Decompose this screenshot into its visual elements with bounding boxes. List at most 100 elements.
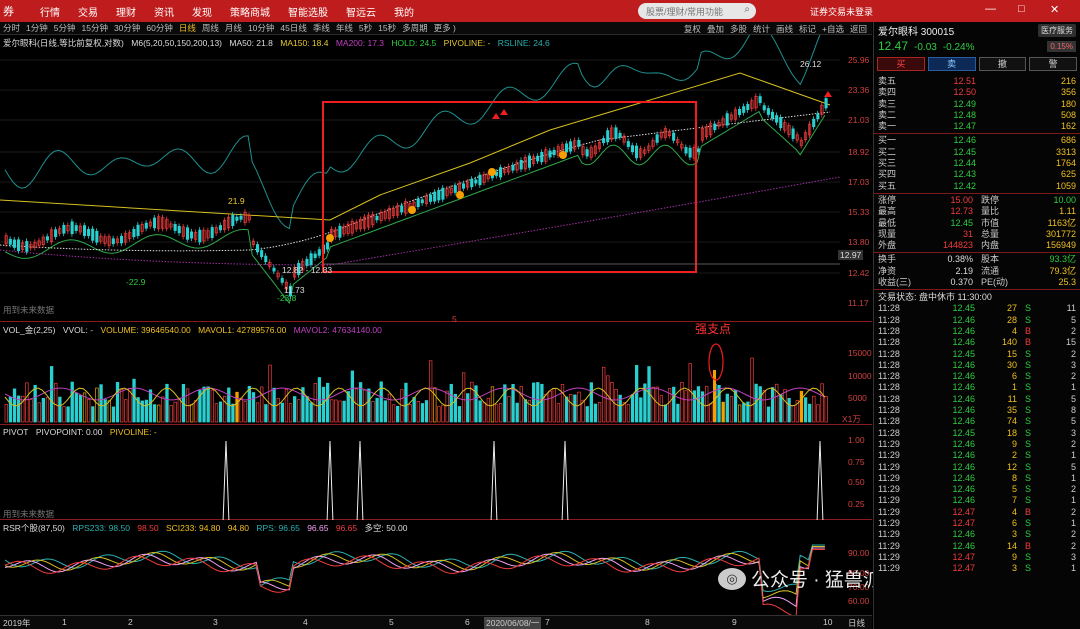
tab-period[interactable]: 15分钟 [78,23,110,33]
tab-period[interactable]: 10分钟 [245,23,277,33]
axis-tick: 17.03 [848,177,870,187]
order-row[interactable]: 卖一 12.47 162 [874,121,1080,132]
tool-button[interactable]: +自选 [819,24,847,34]
order-row[interactable]: 买一 12.46 686 [874,135,1080,146]
tick-count: 5 [1070,393,1076,404]
tab-period[interactable]: 5秒 [356,23,375,33]
alert-button[interactable]: 警 [1029,57,1077,71]
search-icon[interactable]: ⌕ [744,4,750,15]
order-row[interactable]: 买五 12.42 1059 [874,181,1080,192]
time-axis: 2019年 1 2 3 4 5 6 2020/06/08/一 7 8 9 10 日线 [0,615,872,629]
tick-time: 11:28 [878,416,900,427]
tick-side: S [1024,359,1031,370]
tick-price: 12.46 [952,359,975,370]
order-label: 买四 [878,169,897,180]
menu-item[interactable]: 策略商城 [221,4,279,19]
tool-button[interactable]: 多股 [727,24,750,34]
kline-panel[interactable]: 爱尔眼科(日线,等比前复权,对数) M6(5,20,50,150,200,13)… [0,35,872,324]
cancel-order-button[interactable]: 撤 [978,57,1027,71]
tick-list[interactable]: 11:28 12.45 27 S 11 11:28 12.46 28 S 5 11:28 12.46 4… [874,303,1080,574]
tab-period[interactable]: 1分钟 [23,23,51,33]
tick-side: S [1024,563,1031,574]
tick-time: 11:29 [878,495,900,506]
tab-period[interactable]: 月线 [222,23,245,33]
tab-period[interactable]: 5分钟 [51,23,79,33]
stats-row: 现量 31 总量 301772 [874,229,1080,240]
tick-side: S [1024,551,1031,562]
tick-side: S [1024,416,1031,427]
tab-period[interactable]: 日线 [176,23,199,33]
time-tick: 3 [213,617,218,627]
tick-count: 5 [1070,314,1076,325]
axis-tick: 12.42 [848,268,870,278]
stat-value: 15.00 [950,194,973,205]
tab-period[interactable]: 多周期 [399,23,431,33]
tick-row: 11:28 12.46 35 S 8 [874,405,1080,416]
login-status[interactable]: 证券交易未登录 [810,5,873,18]
close-icon[interactable]: ✕ [1050,3,1059,16]
tool-button[interactable]: 复权 [681,24,704,34]
volume-panel[interactable]: VOL_金(2,25) VVOL: - VOLUME: 39646540.00 … [0,322,872,425]
order-row[interactable]: 买三 12.44 1764 [874,158,1080,169]
stat-value: 156949 [1045,240,1076,251]
tick-price: 12.45 [952,303,975,314]
menu-item[interactable]: 资讯 [145,4,183,19]
tab-period[interactable]: 周线 [199,23,222,33]
tab-period[interactable]: 30分钟 [111,23,143,33]
tool-button[interactable]: 标记 [796,24,819,34]
tool-button[interactable]: 统计 [750,24,773,34]
tick-volume: 3 [1011,563,1017,574]
maximize-icon[interactable]: □ [1018,3,1025,15]
search-input[interactable]: 股票/理财/常用功能 ⌕ [638,3,756,19]
order-label: 买三 [878,158,897,169]
order-row[interactable]: 卖四 12.50 356 [874,87,1080,98]
tick-time: 11:29 [878,484,900,495]
order-row[interactable]: 买四 12.43 625 [874,169,1080,180]
order-row[interactable]: 卖三 12.49 180 [874,99,1080,110]
tab-period[interactable]: 年线 [333,23,356,33]
tab-period[interactable]: 60分钟 [143,23,175,33]
tab-period[interactable]: 更多 ) [431,23,459,33]
menu-item[interactable]: 智能选股 [279,4,337,19]
tick-row: 11:29 12.47 3 S 1 [874,563,1080,574]
quote-header: 爱尔眼科 300015 医疗服务 [874,22,1080,38]
tick-count: 2 [1070,484,1076,495]
stock-title: 爱尔眼科 300015 [878,26,955,38]
menu-item[interactable]: 智远云 [337,4,385,19]
tab-period[interactable]: 15秒 [375,23,399,33]
menu-item[interactable]: 我的 [385,4,423,19]
menu-item[interactable]: 行情 [31,4,69,19]
tick-side: S [1024,529,1031,540]
menu-item[interactable]: 交易 [69,4,107,19]
order-row[interactable]: 买二 12.45 3313 [874,147,1080,158]
stat-value: 301772 [1045,228,1076,239]
pivot-panel[interactable]: PIVOT PIVOPOINT: 0.00 PIVOLINE: - 1.00 0.… [0,425,872,520]
tick-side: S [1024,348,1031,359]
tab-period[interactable]: 分时 [0,23,23,33]
order-row[interactable]: 卖二 12.48 508 [874,110,1080,121]
stat-value: 0.370 [950,277,973,288]
tool-button[interactable]: 画线 [773,24,796,34]
order-row[interactable]: 卖五 12.51 216 [874,76,1080,87]
stat-value: 25.3 [1058,277,1076,288]
stats-row: 涨停 15.00 跌停 10.00 [874,195,1080,206]
tick-price: 12.46 [952,337,975,348]
order-volume: 625 [1060,169,1076,180]
tool-button[interactable]: 叠加 [704,24,727,34]
menu-item[interactable]: 理财 [107,4,145,19]
stat-label: 流通 [981,265,1000,276]
sell-button[interactable]: 卖 [927,57,976,71]
menu-item[interactable]: 发现 [183,4,221,19]
tick-volume: 28 [1006,314,1017,325]
tick-row: 11:28 12.46 4 B 2 [874,326,1080,337]
stat-label: 换手 [878,254,897,265]
order-label: 卖三 [878,98,897,109]
tab-period[interactable]: 季线 [310,23,333,33]
time-tick: 2 [128,617,133,627]
trade-buttons: 买 卖 撤 警 [874,54,1080,76]
tab-period[interactable]: 45日线 [277,23,309,33]
tool-button[interactable]: 返回 [847,24,870,34]
industry-badge[interactable]: 医疗服务 [1038,23,1076,37]
minimize-icon[interactable]: — [985,3,996,15]
buy-button[interactable]: 买 [877,57,925,71]
